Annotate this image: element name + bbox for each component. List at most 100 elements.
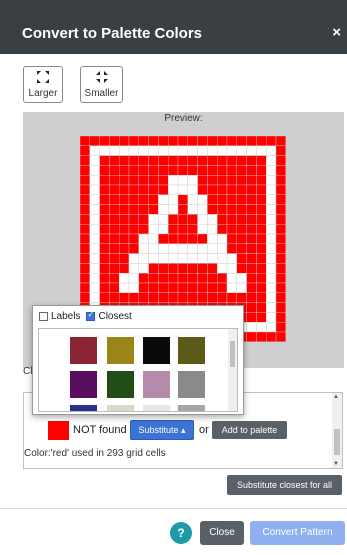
grid-cell [197,233,208,245]
grid-cell [187,165,198,176]
grid-cell [158,184,169,196]
labels-option-label[interactable]: Labels [51,311,80,322]
grid-cell [246,253,257,264]
add-to-palette-button[interactable]: Add to palette [212,421,287,439]
grid-cell [275,272,287,284]
grid-cell [275,282,287,294]
grid-cell [138,194,149,205]
grid-cell [256,233,267,245]
grid-cell [119,214,130,225]
grid-cell [109,263,120,274]
palette-swatch[interactable] [70,337,97,364]
palette-swatch[interactable] [143,371,170,398]
palette-swatch[interactable] [178,371,205,398]
close-button[interactable]: Close [200,521,244,545]
palette-swatch[interactable] [107,371,134,398]
convert-pattern-button[interactable]: Convert Pattern [250,521,345,545]
grid-cell [265,253,277,264]
grid-cell [265,263,277,274]
grid-cell [207,204,218,215]
substitute-button[interactable]: Substitute ▴ [130,420,194,440]
grid-cell [109,292,120,303]
grid-cell [207,175,218,186]
grid-cell [275,292,287,303]
grid-cell [226,243,238,254]
grid-cell [80,165,91,176]
grid-cell [138,253,149,264]
grid-cell [80,263,91,274]
grid-cell [187,214,198,225]
labels-checkbox[interactable] [39,312,48,321]
scroll-up-icon[interactable]: ▲ [333,394,339,400]
grid-cell [256,184,267,196]
substitute-all-button[interactable]: Substitute closest for all [227,475,342,495]
grid-cell [99,233,110,245]
grid-cell [80,175,91,186]
grid-cell [80,272,91,284]
grid-cell [256,253,267,264]
grid-cell [275,243,287,254]
grid-cell [236,243,247,254]
grid-cell [167,175,179,186]
grid-cell [275,184,287,196]
grid-cell [89,243,100,254]
grid-cell [128,136,140,147]
smaller-button[interactable]: Smaller [80,66,123,103]
grid-cell [256,214,267,225]
closest-option-label[interactable]: Closest [98,311,131,322]
grid-cell [197,145,208,156]
grid-cell [99,194,110,205]
grid-cell [216,272,228,284]
scroll-down-icon[interactable]: ▼ [333,461,339,467]
grid-cell [119,253,130,264]
palette-swatch[interactable] [143,337,170,364]
larger-button[interactable]: Larger [23,66,63,103]
grid-cell [99,175,110,186]
grid-cell [158,175,169,186]
grid-cell [265,145,277,156]
palette-swatch[interactable] [178,337,205,364]
grid-cell [207,292,218,303]
grid-cell [99,214,110,225]
grid-cell [138,184,149,196]
grid-cell [89,272,100,284]
grid-cell [275,194,287,205]
palette-swatch[interactable] [143,405,170,411]
grid-cell [177,204,189,215]
grid-cell [109,243,120,254]
palette-swatch[interactable] [107,337,134,364]
grid-cell [128,214,140,225]
palette-scrollbar-thumb[interactable] [230,341,235,367]
close-icon[interactable]: × [332,24,341,41]
grid-cell [197,184,208,196]
palette-scrollbar[interactable] [228,329,237,411]
grid-cell [167,165,179,176]
larger-label: Larger [28,88,58,99]
scrollbar-thumb[interactable] [334,429,340,455]
grid-cell [128,282,140,294]
grid-cell [119,194,130,205]
grid-cell [167,253,179,264]
palette-swatch[interactable] [70,405,97,411]
palette-swatch[interactable] [178,405,205,411]
grid-cell [246,243,257,254]
color-swatch [48,421,69,440]
grid-cell [119,204,130,215]
expand-icon [24,70,62,88]
grid-cell [158,272,169,284]
closest-checkbox[interactable] [86,310,96,321]
palette-swatch[interactable] [70,371,97,398]
dialog-titlebar: Convert to Palette Colors × [0,0,347,54]
palette-swatch[interactable] [107,405,134,411]
color-list-scrollbar[interactable]: ▲ ▼ [332,393,342,468]
grid-cell [128,233,140,245]
grid-cell [158,243,169,254]
grid-cell [80,145,91,156]
grid-cell [246,175,257,186]
help-icon[interactable]: ? [170,522,192,544]
grid-cell [109,175,120,186]
grid-cell [89,233,100,245]
grid-cell [226,214,238,225]
grid-cell [187,184,198,196]
grid-cell [148,253,159,264]
